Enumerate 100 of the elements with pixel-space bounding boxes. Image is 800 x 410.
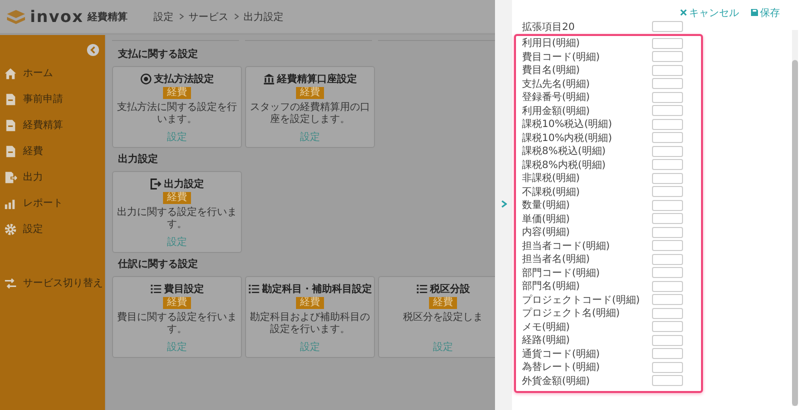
document-icon: [4, 144, 17, 158]
card-title: 税区分設: [430, 282, 470, 296]
input-field[interactable]: [652, 213, 683, 224]
chevron-icon: [234, 13, 239, 20]
input-field[interactable]: [652, 172, 683, 184]
input-field[interactable]: [652, 254, 683, 265]
list-icon: [416, 283, 428, 295]
input-field[interactable]: [652, 240, 683, 252]
input-field[interactable]: [652, 375, 683, 386]
input-field[interactable]: [652, 118, 683, 130]
category-tag: 経費: [429, 297, 457, 309]
card-description: 勘定科目および補助科目の設定を行います。: [249, 312, 371, 336]
breadcrumb-item[interactable]: サービス: [188, 10, 229, 24]
section-title: 出力設定: [118, 152, 159, 166]
input-field[interactable]: [652, 200, 683, 211]
input-field[interactable]: [652, 159, 683, 170]
card-description: 税区分を設定しま: [403, 312, 483, 324]
bank-icon: [263, 73, 275, 85]
input-field[interactable]: [652, 146, 683, 157]
field-label: 利用金額(明細): [522, 104, 591, 118]
field-label: 費目名(明細): [522, 64, 581, 78]
input-field[interactable]: [652, 362, 683, 373]
input-field[interactable]: [652, 321, 683, 332]
field-label: 課税10%内税(明細): [522, 132, 614, 145]
input-field[interactable]: [652, 64, 683, 76]
input-field[interactable]: [652, 78, 683, 90]
document-icon: [4, 92, 17, 106]
input-field[interactable]: [652, 308, 683, 319]
settings-link[interactable]: 設定: [433, 340, 453, 354]
input-field[interactable]: [652, 38, 683, 49]
sidebar-item[interactable]: ホーム: [0, 60, 105, 86]
input-field[interactable]: [652, 21, 683, 32]
field-label: 担当者コード(明細): [522, 240, 611, 253]
field-label: プロジェクトコード(明細): [522, 294, 641, 307]
sidebar-item[interactable]: 経費: [0, 138, 105, 164]
field-label: 単価(明細): [522, 212, 571, 226]
settings-link[interactable]: 設定: [167, 130, 187, 144]
input-field[interactable]: [652, 186, 683, 198]
input-field[interactable]: [652, 294, 683, 306]
field-label: 部門名(明細): [522, 280, 581, 294]
field-label: 拡張項目20: [522, 20, 576, 34]
settings-link[interactable]: 設定: [167, 340, 187, 354]
sidebar-item[interactable]: 事前申請: [0, 86, 105, 112]
sidebar-item[interactable]: 設定: [0, 216, 105, 242]
settings-link[interactable]: 設定: [167, 235, 187, 249]
field-label: 支払先名(明細): [522, 78, 591, 91]
sidebar-item[interactable]: 出力: [0, 164, 105, 190]
card-description: 出力に関する設定を行います。: [116, 207, 238, 231]
card-title: 勘定科目・補助科目設定: [262, 282, 372, 296]
close-icon: [680, 9, 687, 16]
cancel-button[interactable]: キャンセル: [680, 5, 739, 20]
logo-text: invox: [30, 7, 84, 26]
settings-icon: [4, 222, 17, 236]
category-tag: 経費: [296, 297, 324, 309]
product-name: 経費精算: [88, 10, 128, 24]
input-field[interactable]: [652, 105, 683, 116]
sidebar-item[interactable]: 経費精算: [0, 112, 105, 138]
document-icon: [4, 118, 17, 132]
input-field[interactable]: [652, 226, 683, 238]
home-icon: [4, 66, 17, 80]
field-label: 不課税(明細): [522, 186, 581, 199]
settings-link[interactable]: 設定: [300, 340, 320, 354]
field-label: 外貨金額(明細): [522, 374, 591, 388]
collapse-icon[interactable]: [87, 44, 99, 56]
input-field[interactable]: [652, 51, 683, 62]
save-button[interactable]: 保存: [751, 5, 780, 20]
category-tag: 経費: [163, 192, 191, 204]
input-field[interactable]: [652, 348, 683, 360]
breadcrumb-item: 出力設定: [244, 10, 284, 24]
field-label: メモ(明細): [522, 320, 571, 334]
field-label: 登録番号(明細): [522, 90, 591, 104]
breadcrumb-item[interactable]: 設定: [154, 10, 174, 24]
field-label: 為替レート(明細): [522, 360, 601, 374]
category-tag: 経費: [296, 87, 324, 99]
sidebar-item[interactable]: レポート: [0, 190, 105, 216]
field-label: 経路(明細): [522, 334, 571, 348]
field-label: 通貨コード(明細): [522, 348, 601, 361]
field-label: 部門コード(明細): [522, 266, 601, 280]
logo-icon: [6, 8, 26, 24]
list-icon: [248, 283, 260, 295]
settings-link[interactable]: 設定: [300, 130, 320, 144]
scrollbar[interactable]: [792, 30, 798, 406]
chevron-icon[interactable]: [500, 200, 506, 208]
card-description: スタッフの経費精算用の口座を設定します。: [249, 102, 371, 126]
input-field[interactable]: [652, 132, 683, 144]
field-label: 課税8%税込(明細): [522, 144, 607, 158]
field-label: 課税8%内税(明細): [522, 158, 607, 172]
list-icon: [150, 283, 162, 295]
input-field[interactable]: [652, 92, 683, 103]
input-field[interactable]: [652, 267, 683, 278]
field-label: 数量(明細): [522, 199, 571, 212]
input-field[interactable]: [652, 334, 683, 346]
field-label: 非課税(明細): [522, 172, 581, 186]
chevron-icon: [178, 13, 184, 20]
field-label: 費目コード(明細): [522, 50, 601, 64]
field-label: 課税10%税込(明細): [522, 118, 614, 132]
sidebar-item[interactable]: サービス切り替え: [0, 270, 105, 296]
swap-icon: [4, 276, 17, 290]
input-field[interactable]: [652, 280, 683, 292]
category-tag: 経費: [163, 297, 191, 309]
